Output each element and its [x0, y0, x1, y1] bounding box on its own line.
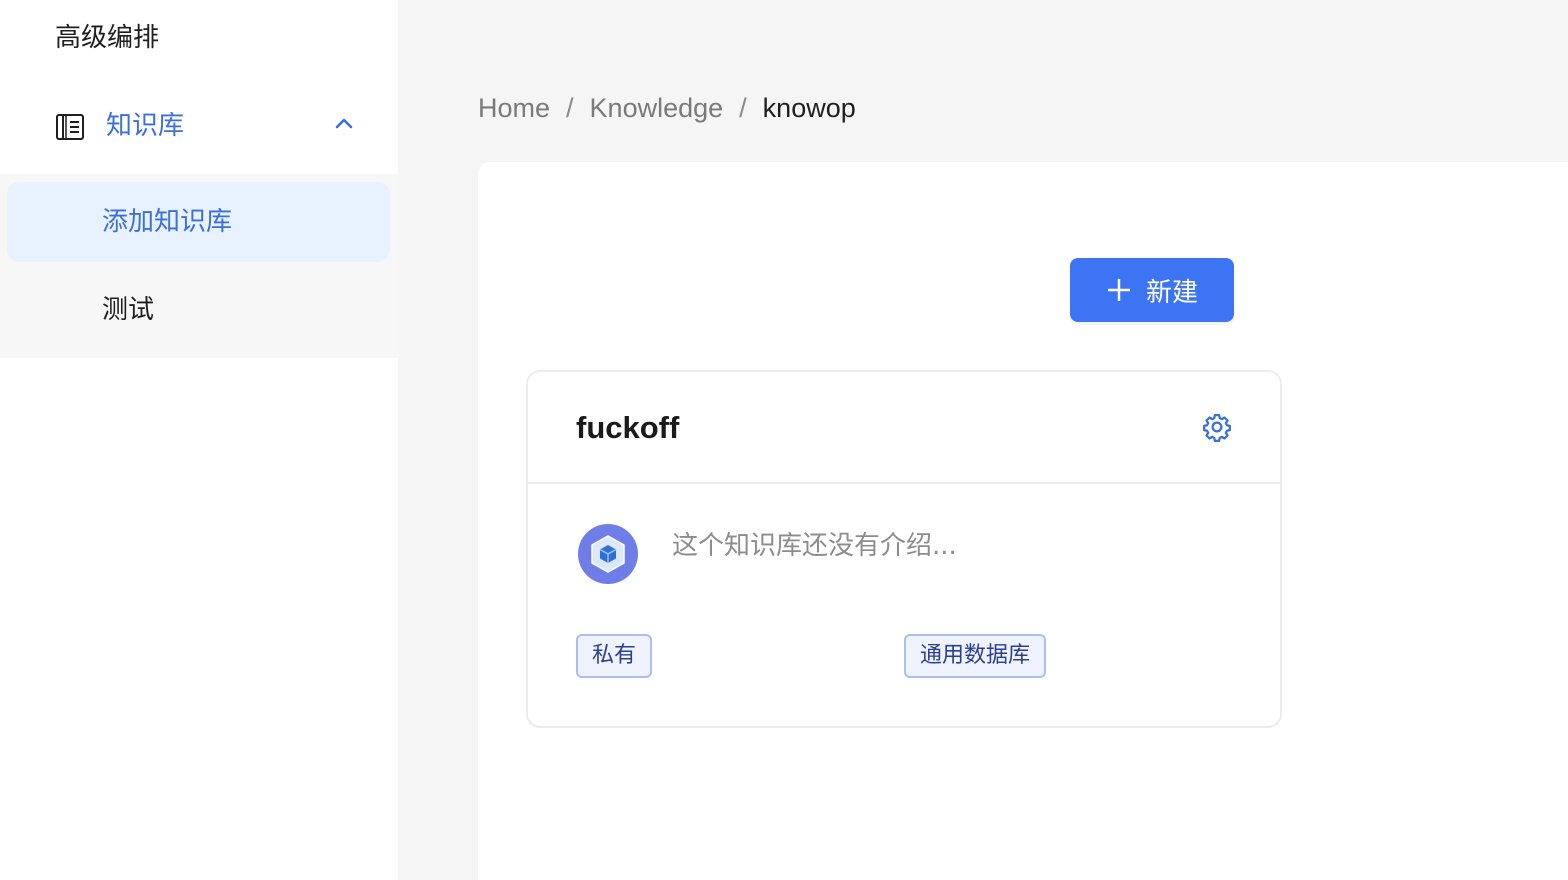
sidebar-item-test[interactable]: 测试	[7, 270, 390, 350]
notebook-icon	[56, 114, 84, 140]
sidebar-item-add-knowledge[interactable]: 添加知识库	[7, 182, 390, 262]
sidebar-item-advanced-orchestration[interactable]: 高级编排	[55, 18, 159, 58]
sidebar-submenu: 添加知识库 测试	[0, 174, 398, 358]
breadcrumb-knowledge[interactable]: Knowledge	[590, 88, 724, 128]
breadcrumb-separator: /	[739, 93, 747, 123]
tag-general-database: 通用数据库	[904, 634, 1047, 678]
card-description: 这个知识库还没有介绍...	[672, 531, 957, 561]
breadcrumb: Home / Knowledge / knowop	[478, 88, 856, 128]
sidebar-group-label: 知识库	[106, 111, 185, 141]
plus-icon	[1107, 279, 1130, 301]
breadcrumb-separator: /	[566, 93, 574, 123]
sidebar-item-label: 添加知识库	[102, 207, 233, 237]
chevron-up-icon[interactable]	[332, 112, 356, 136]
card-header: fuckoff	[528, 372, 1280, 484]
new-button-label: 新建	[1145, 277, 1198, 308]
gear-icon[interactable]	[1202, 412, 1232, 442]
main-content: 新建 fuckoff 这个知识库还没有介绍... 私有 通用数据库	[478, 162, 1568, 880]
new-button[interactable]: 新建	[1070, 258, 1234, 322]
breadcrumb-current: knowop	[762, 93, 856, 123]
sidebar-item-label: 测试	[102, 295, 155, 325]
cube-icon	[578, 524, 638, 584]
tag-private: 私有	[576, 634, 653, 678]
sidebar: 高级编排 知识库 添加知识库 测试	[0, 0, 398, 880]
knowledge-card[interactable]: fuckoff 这个知识库还没有介绍... 私有 通用数据库	[526, 370, 1282, 728]
card-title: fuckoff	[576, 410, 680, 445]
sidebar-group-knowledge[interactable]: 知识库	[0, 88, 398, 164]
breadcrumb-home[interactable]: Home	[478, 88, 550, 128]
